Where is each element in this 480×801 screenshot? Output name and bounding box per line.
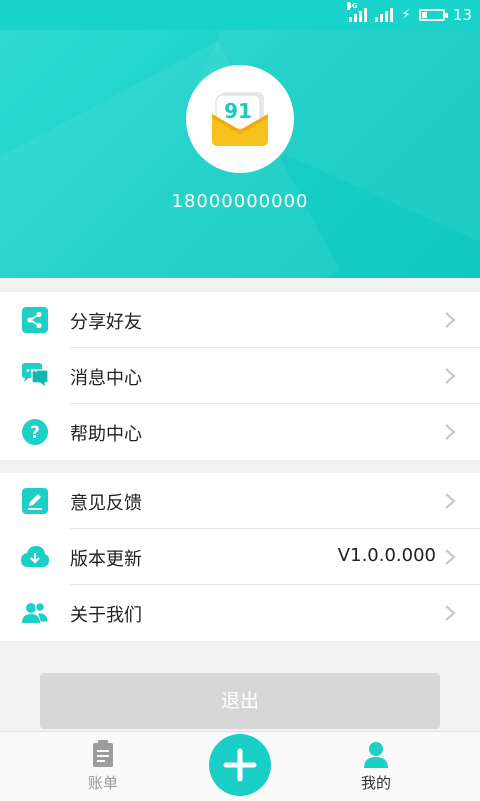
tab-bill[interactable]: 账单 [73, 740, 133, 793]
menu-item-label: 意见反馈 [70, 493, 142, 514]
chevron-right-icon [445, 368, 456, 384]
menu-item-version-update[interactable]: 版本更新 V1.0.0.000 [0, 529, 480, 585]
cloud-download-icon [21, 546, 49, 567]
battery-level: 13 [452, 6, 472, 24]
chevron-right-icon [445, 549, 456, 565]
chevron-right-icon [445, 424, 456, 440]
version-number: V1.0.0.000 [337, 545, 436, 566]
menu-item-label: 消息中心 [70, 368, 142, 389]
svg-text:?: ? [30, 423, 40, 443]
menu-item-label: 分享好友 [70, 312, 142, 333]
message-icon [22, 363, 49, 390]
menu-item-messages[interactable]: 消息中心 [0, 348, 480, 404]
chevron-right-icon [445, 312, 456, 328]
menu-group-share: 分享好友 消息中心 ? 帮助中心 [0, 292, 480, 460]
menu-item-share[interactable]: 分享好友 [0, 292, 480, 348]
charging-icon: ⚡ [401, 7, 411, 23]
menu-item-label: 版本更新 [70, 549, 142, 570]
plus-icon [223, 748, 257, 782]
svg-text:91: 91 [224, 99, 252, 123]
logout-button[interactable]: 退出 [40, 673, 440, 729]
menu-item-label: 帮助中心 [70, 424, 142, 445]
bill-icon [93, 740, 113, 767]
menu-item-label: 关于我们 [70, 605, 142, 626]
chevron-right-icon [445, 605, 456, 621]
chevron-right-icon [445, 493, 456, 509]
menu-item-help[interactable]: ? 帮助中心 [0, 404, 480, 460]
feedback-icon [22, 488, 48, 514]
phone-number: 18000000000 [171, 191, 309, 212]
status-bar: 4G ⚡ 13 [0, 0, 480, 30]
menu-group-settings: 意见反馈 版本更新 V1.0.0.000 关于我们 [0, 473, 480, 641]
app-logo-icon: 91 [212, 92, 268, 146]
menu-item-feedback[interactable]: 意见反馈 [0, 473, 480, 529]
add-button[interactable] [209, 734, 271, 796]
signal-4g-icon: 4G [347, 2, 368, 22]
user-icon [364, 742, 388, 768]
tab-label: 我的 [360, 774, 391, 792]
profile-header: 91 18000000000 [0, 30, 480, 278]
share-icon [22, 307, 48, 333]
users-icon [22, 602, 49, 623]
signal-icon [375, 8, 394, 22]
battery-icon [418, 9, 448, 21]
help-icon: ? [22, 419, 48, 445]
avatar[interactable]: 91 [186, 65, 294, 173]
menu-item-about[interactable]: 关于我们 [0, 585, 480, 641]
tab-label: 账单 [87, 774, 118, 792]
tab-mine[interactable]: 我的 [346, 740, 406, 793]
